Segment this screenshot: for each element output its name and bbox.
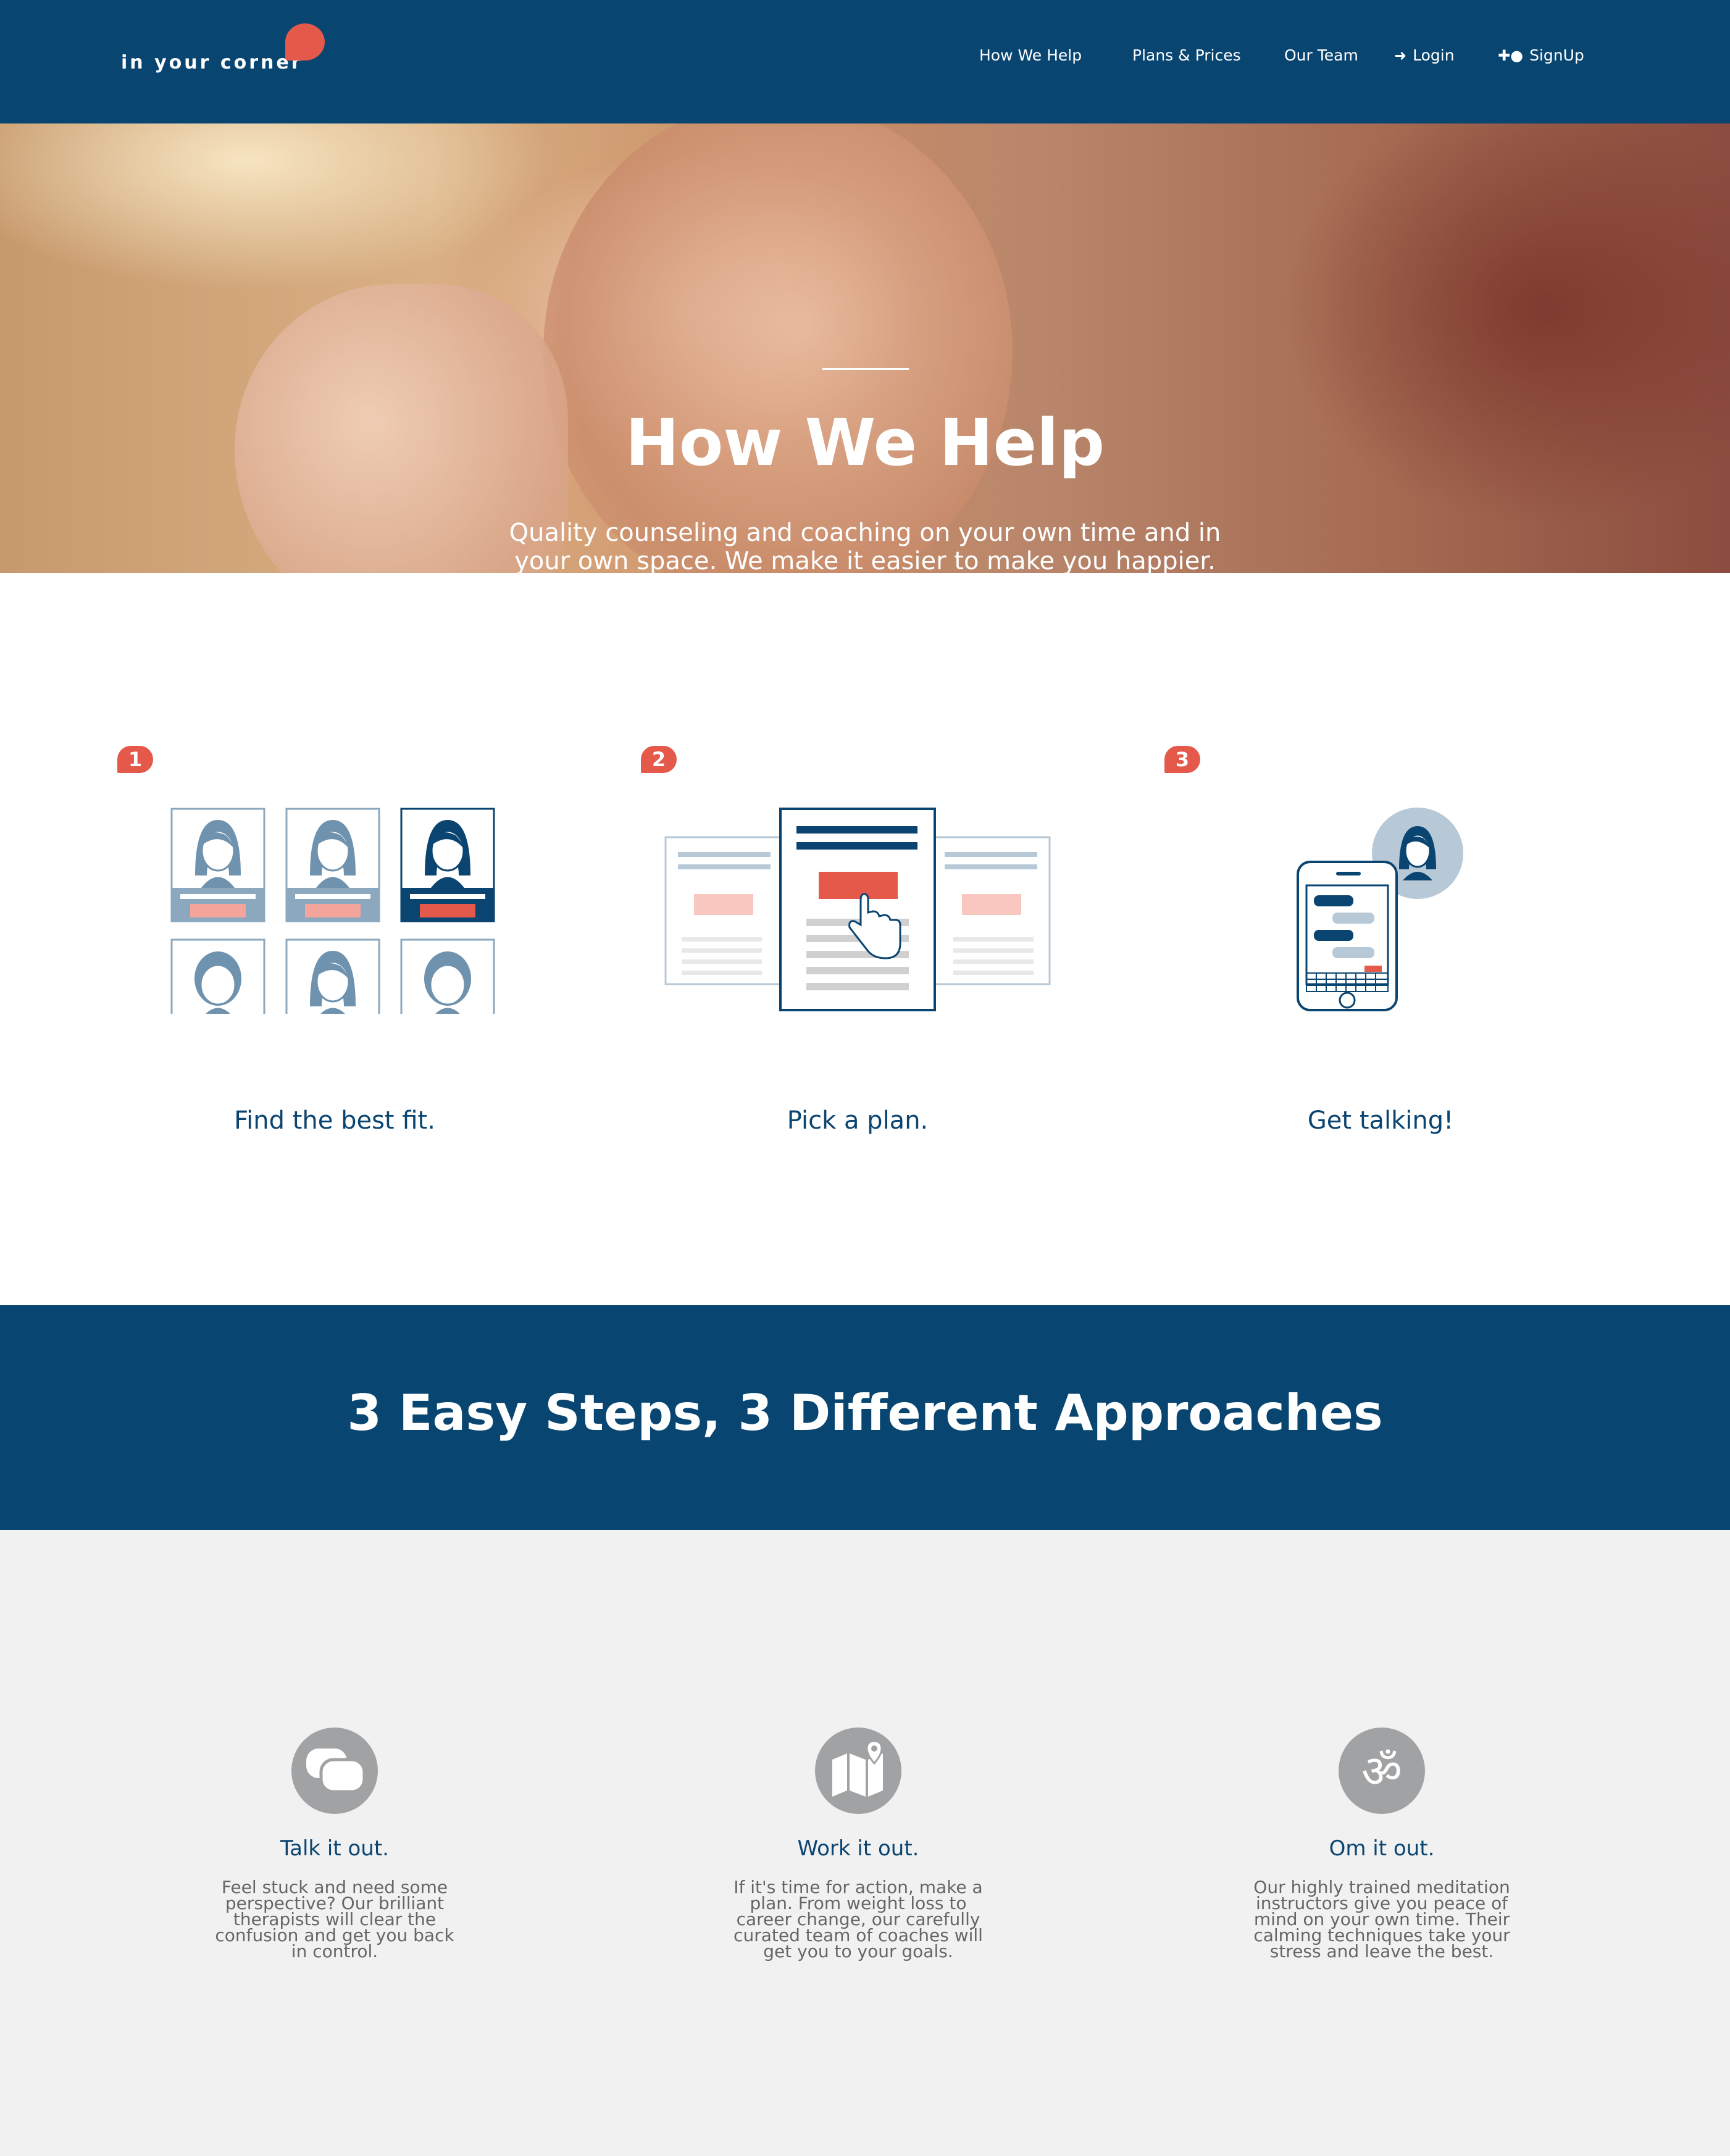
chat-bubbles-icon [291,1728,378,1814]
step-2-caption: Pick a plan. [787,1106,929,1135]
nav-signup-label: SignUp [1529,46,1584,64]
step-3-caption: Get talking! [1307,1106,1454,1135]
nav-plans-prices-label: Plans & Prices [1132,46,1241,64]
nav-how-we-help[interactable]: How We Help [979,43,1082,68]
approach-1-title: Talk it out. [280,1836,389,1861]
approach-2-title: Work it out. [797,1836,919,1861]
approach-3-title: Om it out. [1329,1836,1435,1861]
step-2-badge: 2 [641,746,677,773]
approach-2-text: If it's time for action, make a plan. Fr… [733,1877,983,1962]
top-nav: in your corner How We Help Plans & Price… [0,0,1730,123]
nav-signup[interactable]: ✚● SignUp [1498,43,1584,68]
plan-documents-icon [664,808,1051,1011]
approaches-band: 3 Easy Steps, 3 Different Approaches [0,1305,1730,1530]
nav-our-team-label: Our Team [1284,46,1358,64]
approach-1-text: Feel stuck and need some perspective? Ou… [215,1877,454,1962]
om-icon: ॐ [1339,1728,1425,1814]
nav-links: How We Help Plans & Prices Our Team ➜ Log… [0,43,1730,68]
hero-photo-man [543,123,1013,573]
nav-plans-prices[interactable]: Plans & Prices [1132,43,1241,68]
phone-chat-icon [1297,808,1463,1011]
hero-divider [822,368,909,370]
nav-how-we-help-label: How We Help [979,46,1082,64]
approaches-section: Talk it out. Feel stuck and need some pe… [0,1530,1730,2156]
step-3-badge: 3 [1164,746,1200,773]
map-pin-icon [815,1728,901,1814]
hero-title: How We Help [625,405,1105,480]
hero-banner: How We Help Quality counseling and coach… [0,123,1730,573]
add-user-icon: ✚● [1498,47,1524,64]
nav-our-team[interactable]: Our Team [1284,43,1358,68]
hero-subtitle: Quality counseling and coaching on your … [509,519,1221,573]
approaches-heading: 3 Easy Steps, 3 Different Approaches [347,1384,1383,1442]
profiles-grid-icon [170,808,495,1014]
step-1-badge: 1 [117,746,153,773]
step-1-caption: Find the best fit. [234,1106,435,1135]
approach-3-text: Our highly trained meditation instructor… [1253,1877,1510,1962]
svg-text:ॐ: ॐ [1361,1745,1402,1797]
nav-login[interactable]: ➜ Login [1394,43,1455,68]
steps-section: 1 Find the best fit. 2 Pick a plan. 3 Ge… [0,573,1730,1305]
login-icon: ➜ [1394,47,1407,64]
nav-login-label: Login [1413,46,1455,64]
